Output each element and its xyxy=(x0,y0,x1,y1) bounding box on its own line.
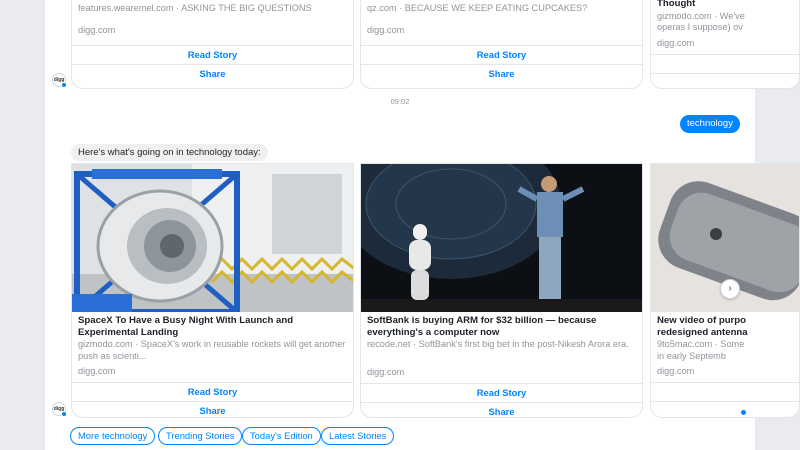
bot-message-bubble: Here's what's going on in technology tod… xyxy=(71,144,268,161)
share-button[interactable]: Share xyxy=(72,401,353,417)
bot-avatar: digg xyxy=(52,73,67,88)
story-title: SoftBank is buying ARM for $32 billion —… xyxy=(367,315,597,338)
quick-reply-trending-stories[interactable]: Trending Stories xyxy=(158,427,243,445)
quick-reply-todays-edition[interactable]: Today's Edition xyxy=(242,427,321,445)
story-image[interactable] xyxy=(361,164,642,312)
story-card[interactable]: Thought gizmodo.com · We've operas I sup… xyxy=(650,0,800,89)
share-button[interactable]: . xyxy=(651,72,799,89)
read-story-button[interactable]: Read Story xyxy=(72,382,353,401)
story-card[interactable]: SpaceX To Have a Busy Night With Launch … xyxy=(71,163,354,418)
carousel-next-button[interactable]: › xyxy=(720,279,740,299)
quick-reply-latest-stories[interactable]: Latest Stories xyxy=(321,427,395,445)
status-dot xyxy=(61,411,67,417)
story-description: qz.com · BECAUSE WE KEEP EATING CUPCAKES… xyxy=(367,3,588,13)
share-button[interactable]: Share xyxy=(72,63,353,83)
status-dot xyxy=(61,82,67,88)
spacex-hardware-image xyxy=(72,164,353,312)
story-description: recode.net · SoftBank's first big bet in… xyxy=(367,339,629,349)
story-domain: digg.com xyxy=(367,366,405,377)
story-card[interactable]: qz.com · BECAUSE WE KEEP EATING CUPCAKES… xyxy=(360,0,643,89)
story-image[interactable] xyxy=(72,164,353,312)
softbank-stage-image xyxy=(361,164,642,312)
story-domain: digg.com xyxy=(657,366,695,376)
seen-indicator-icon xyxy=(740,409,747,416)
story-title: New video of purpo redesigned antenna xyxy=(657,315,748,338)
share-button[interactable]: Share xyxy=(361,63,642,83)
story-domain: digg.com xyxy=(657,37,695,48)
story-description: features.wearemel.com · ASKING THE BIG Q… xyxy=(78,3,312,13)
story-title: Thought xyxy=(657,0,696,9)
story-card[interactable]: SoftBank is buying ARM for $32 billion —… xyxy=(360,163,643,418)
timestamp: 09:02 xyxy=(390,97,410,106)
read-story-button[interactable]: Read Story xyxy=(72,44,353,64)
story-domain: digg.com xyxy=(78,366,116,376)
user-message-bubble: technology xyxy=(680,115,740,133)
share-button[interactable]: Share xyxy=(361,401,642,418)
share-button[interactable]: . xyxy=(651,401,799,417)
quick-reply-more-technology[interactable]: More technology xyxy=(70,427,156,445)
read-story-button[interactable]: Read Story xyxy=(361,382,642,402)
bot-avatar: digg xyxy=(52,402,67,417)
story-description: 9to5mac.com · Some in early Septemb xyxy=(657,339,745,361)
read-story-button[interactable]: . xyxy=(651,53,799,73)
story-description: gizmodo.com · SpaceX's work in reusable … xyxy=(78,339,346,361)
story-description: gizmodo.com · We've operas I suppose) ov xyxy=(657,10,745,33)
story-domain: digg.com xyxy=(367,24,405,35)
story-card[interactable]: features.wearemel.com · ASKING THE BIG Q… xyxy=(71,0,354,89)
read-story-button[interactable]: Read Story xyxy=(361,44,642,64)
story-domain: digg.com xyxy=(78,24,116,35)
read-story-button[interactable]: . xyxy=(651,382,799,401)
story-title: SpaceX To Have a Busy Night With Launch … xyxy=(78,315,294,338)
